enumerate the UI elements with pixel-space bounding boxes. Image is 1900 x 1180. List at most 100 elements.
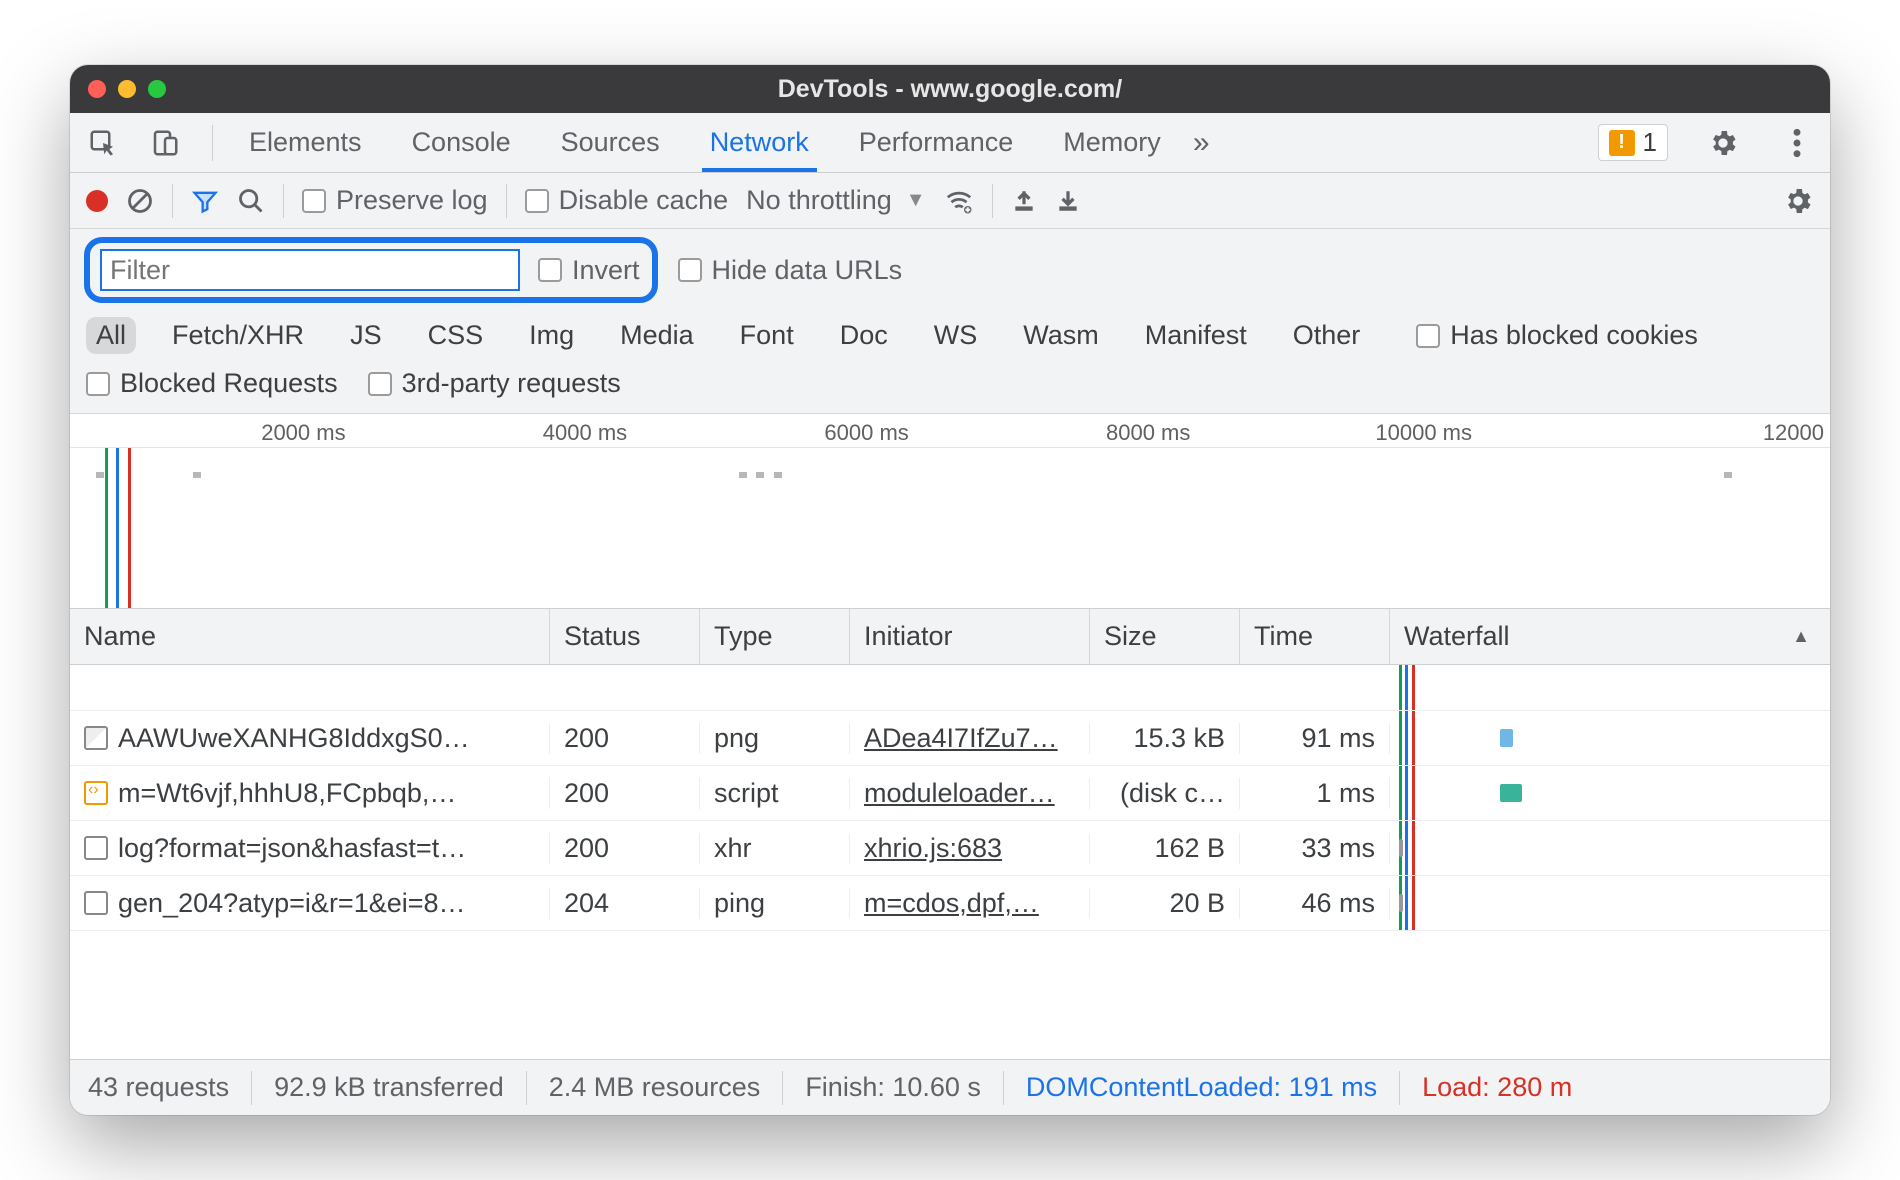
status-load: Load: 280 m [1422,1072,1572,1103]
type-filter-all[interactable]: All [86,317,136,354]
sort-indicator-icon: ▲ [1792,626,1810,647]
issues-count: 1 [1643,127,1657,158]
type-filter-media[interactable]: Media [610,317,704,354]
requests-table-body: AAWUweXANHG8IddxgS0…200pngADea4I7IfZu7…1… [70,665,1830,1059]
third-party-label: 3rd-party requests [402,368,621,399]
tab-performance[interactable]: Performance [851,113,1022,172]
invert-checkbox[interactable]: Invert [538,255,640,286]
col-status[interactable]: Status [550,609,700,664]
inspect-element-icon[interactable] [84,124,122,162]
more-tabs-button[interactable]: » [1193,126,1210,160]
request-initiator[interactable]: xhrio.js:683 [850,833,1090,864]
status-transferred: 92.9 kB transferred [274,1072,504,1103]
type-filter-css[interactable]: CSS [418,317,494,354]
ruler-tick: 12000 [1763,420,1830,446]
window-title: DevTools - www.google.com/ [70,75,1830,104]
request-name: gen_204?atyp=i&r=1&ei=8… [118,888,466,919]
issues-badge[interactable]: ! 1 [1598,124,1668,161]
request-size: (disk c… [1090,778,1240,809]
request-initiator[interactable]: moduleloader… [850,778,1090,809]
type-filter-font[interactable]: Font [730,317,804,354]
preserve-log-checkbox[interactable]: Preserve log [302,185,488,216]
type-filter-img[interactable]: Img [519,317,584,354]
blocked-requests-checkbox[interactable]: Blocked Requests [86,368,338,399]
request-type: png [700,723,850,754]
type-filter-js[interactable]: JS [340,317,392,354]
ruler-tick: 8000 ms [1106,420,1196,446]
device-toolbar-icon[interactable] [146,124,184,162]
checkbox-box [368,372,392,396]
type-filter-doc[interactable]: Doc [830,317,898,354]
warning-icon: ! [1609,130,1635,156]
filter-toggle-icon[interactable] [191,187,219,215]
timeline-overview[interactable]: 2000 ms4000 ms6000 ms8000 ms10000 ms1200… [70,414,1830,609]
request-time: 33 ms [1240,833,1390,864]
type-filter-other[interactable]: Other [1283,317,1371,354]
request-initiator[interactable]: m=cdos,dpf,… [850,888,1090,919]
has-blocked-cookies-checkbox[interactable]: Has blocked cookies [1416,320,1698,351]
hide-data-urls-checkbox[interactable]: Hide data URLs [678,255,903,286]
disable-cache-checkbox[interactable]: Disable cache [525,185,729,216]
record-button[interactable] [86,190,108,212]
clear-button[interactable] [126,187,154,215]
chevron-down-icon: ▼ [906,189,926,212]
export-har-icon[interactable] [1055,188,1081,214]
requests-table-header: Name Status Type Initiator Size Time Wat… [70,609,1830,665]
file-type-icon [84,726,108,750]
overview-activity [1724,472,1732,478]
has-blocked-cookies-label: Has blocked cookies [1450,320,1698,351]
invert-label: Invert [572,255,640,286]
ruler-tick: 4000 ms [543,420,633,446]
status-requests: 43 requests [88,1072,229,1103]
col-time[interactable]: Time [1240,609,1390,664]
request-name: AAWUweXANHG8IddxgS0… [118,723,470,754]
checkbox-box [86,372,110,396]
waterfall-header-markers [1390,665,1830,710]
search-icon[interactable] [237,187,265,215]
status-finish: Finish: 10.60 s [805,1072,981,1103]
type-filter-manifest[interactable]: Manifest [1135,317,1257,354]
col-size[interactable]: Size [1090,609,1240,664]
col-initiator[interactable]: Initiator [850,609,1090,664]
request-name: m=Wt6vjf,hhhU8,FCpbqb,… [118,778,456,809]
import-har-icon[interactable] [1011,188,1037,214]
tab-sources[interactable]: Sources [553,113,668,172]
network-conditions-icon[interactable] [944,186,974,216]
hide-data-urls-label: Hide data URLs [712,255,903,286]
overview-load-marker [128,448,131,608]
checkbox-box [302,189,326,213]
col-waterfall[interactable]: Waterfall▲ [1390,609,1830,664]
devtools-window: DevTools - www.google.com/ Elements Conso… [70,65,1830,1115]
tab-memory[interactable]: Memory [1055,113,1169,172]
col-name[interactable]: Name [70,609,550,664]
type-filter-fetch-xhr[interactable]: Fetch/XHR [162,317,314,354]
network-settings-icon[interactable] [1782,185,1814,217]
col-type[interactable]: Type [700,609,850,664]
checkbox-box [525,189,549,213]
settings-icon[interactable] [1704,124,1742,162]
filter-bar: Invert Hide data URLs [70,229,1830,311]
resource-type-filters-row2: Blocked Requests 3rd-party requests [70,364,1830,414]
more-options-icon[interactable] [1778,124,1816,162]
table-row[interactable]: gen_204?atyp=i&r=1&ei=8…204pingm=cdos,dp… [70,876,1830,931]
tab-elements[interactable]: Elements [241,113,370,172]
timeline-canvas [70,448,1830,608]
request-time: 91 ms [1240,723,1390,754]
request-initiator[interactable]: ADea4I7IfZu7… [850,723,1090,754]
throttling-value: No throttling [746,185,892,216]
checkbox-box [678,258,702,282]
separator [172,184,173,218]
tab-network[interactable]: Network [702,113,817,172]
third-party-checkbox[interactable]: 3rd-party requests [368,368,621,399]
table-row[interactable]: log?format=json&hasfast=t…200xhrxhrio.js… [70,821,1830,876]
type-filter-ws[interactable]: WS [924,317,988,354]
filter-input[interactable] [100,249,520,291]
table-row[interactable]: AAWUweXANHG8IddxgS0…200pngADea4I7IfZu7…1… [70,711,1830,766]
tab-console[interactable]: Console [404,113,519,172]
waterfall-cell [1390,821,1830,875]
request-time: 46 ms [1240,888,1390,919]
request-status: 200 [550,778,700,809]
type-filter-wasm[interactable]: Wasm [1013,317,1109,354]
throttling-select[interactable]: No throttling ▼ [746,185,925,216]
table-row[interactable]: m=Wt6vjf,hhhU8,FCpbqb,…200scriptmodulelo… [70,766,1830,821]
